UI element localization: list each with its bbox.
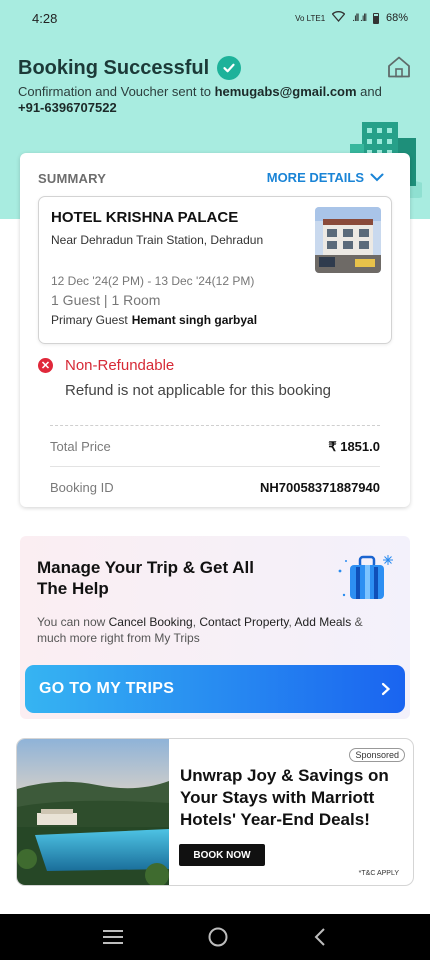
manage-title: Manage Your Trip & Get All The Help — [37, 558, 254, 598]
signal-icon: .ıll .ıll — [352, 12, 367, 24]
go-to-my-trips-button[interactable]: GO TO MY TRIPS — [25, 665, 405, 713]
primary-guest-name: Hemant singh garbyal — [131, 313, 258, 327]
manage-trip-card: Manage Your Trip & Get All The Help You … — [20, 536, 410, 719]
primary-guest: Primary Guest Hemant singh garbyal — [51, 313, 258, 327]
sponsored-badge: Sponsored — [349, 748, 405, 762]
cancel-circle-icon: ✕ — [38, 358, 53, 373]
ad-resort-image — [17, 739, 169, 885]
booking-id-label: Booking ID — [50, 480, 114, 495]
title-row: Booking Successful — [18, 56, 242, 80]
refund-note: Refund is not applicable for this bookin… — [65, 382, 332, 399]
hotel-photo — [315, 207, 381, 273]
check-circle-icon — [217, 56, 242, 80]
email-address: hemugabs@gmail.com — [214, 84, 357, 99]
battery-icon — [372, 12, 379, 24]
divider — [50, 425, 380, 426]
chevron-down-icon — [370, 173, 384, 182]
guests-rooms: 1 Guest | 1 Room — [51, 292, 161, 308]
total-price-label: Total Price — [50, 439, 111, 454]
manage-description: You can now Cancel Booking, Contact Prop… — [37, 615, 363, 645]
divider — [50, 466, 380, 467]
total-price-value: ₹ 1851.0 — [328, 439, 380, 454]
home-icon[interactable] — [386, 54, 412, 80]
back-icon[interactable] — [312, 927, 328, 947]
summary-card: SUMMARY MORE DETAILS HOTEL KRISHNA PALAC… — [20, 153, 410, 507]
status-bar: 4:28 Vo LTE1 .ıll .ıll 68% — [0, 0, 430, 36]
volte-indicator: Vo LTE1 — [295, 13, 326, 23]
page-title: Booking Successful — [18, 56, 210, 79]
more-details-link[interactable]: MORE DETAILS — [267, 170, 384, 185]
stay-dates: 12 Dec '24(2 PM) - 13 Dec '24(12 PM) — [51, 274, 255, 288]
circle-home-icon[interactable] — [207, 926, 229, 948]
sponsored-ad[interactable]: Sponsored Unwrap Joy & Savings on Your S… — [16, 738, 414, 886]
status-time: 4:28 — [32, 10, 58, 26]
phone-number: +91-6396707522 — [18, 100, 117, 115]
go-to-my-trips-label: GO TO MY TRIPS — [39, 680, 175, 697]
contact-property-text: Contact Property — [199, 615, 289, 629]
cancel-booking-text: Cancel Booking — [108, 615, 193, 629]
terms-note: *T&C APPLY — [358, 870, 399, 877]
summary-label: SUMMARY — [38, 171, 107, 186]
travel-bag-icon — [338, 555, 393, 599]
more-details-label: MORE DETAILS — [266, 170, 364, 185]
hotel-info-box[interactable]: HOTEL KRISHNA PALACE Near Dehradun Train… — [38, 196, 392, 344]
system-nav-bar — [0, 914, 430, 960]
ad-headline: Unwrap Joy & Savings on Your Stays with … — [180, 766, 389, 829]
confirmation-text: Confirmation and Voucher sent to hemugab… — [18, 84, 382, 115]
hotel-name: HOTEL KRISHNA PALACE — [51, 209, 239, 226]
chevron-right-icon — [381, 682, 391, 696]
hotel-address: Near Dehradun Train Station, Dehradun — [51, 233, 264, 247]
book-now-button[interactable]: BOOK NOW — [179, 844, 265, 866]
add-meals-text: Add Meals — [294, 615, 352, 629]
menu-icon[interactable] — [102, 929, 124, 945]
status-icons: Vo LTE1 .ıll .ıll 68% — [295, 11, 408, 25]
refund-status: Non-Refundable — [65, 357, 175, 374]
wifi-icon — [331, 11, 346, 25]
battery-percent: 68% — [385, 12, 408, 24]
booking-id-value: NH70058371887940 — [260, 480, 380, 495]
